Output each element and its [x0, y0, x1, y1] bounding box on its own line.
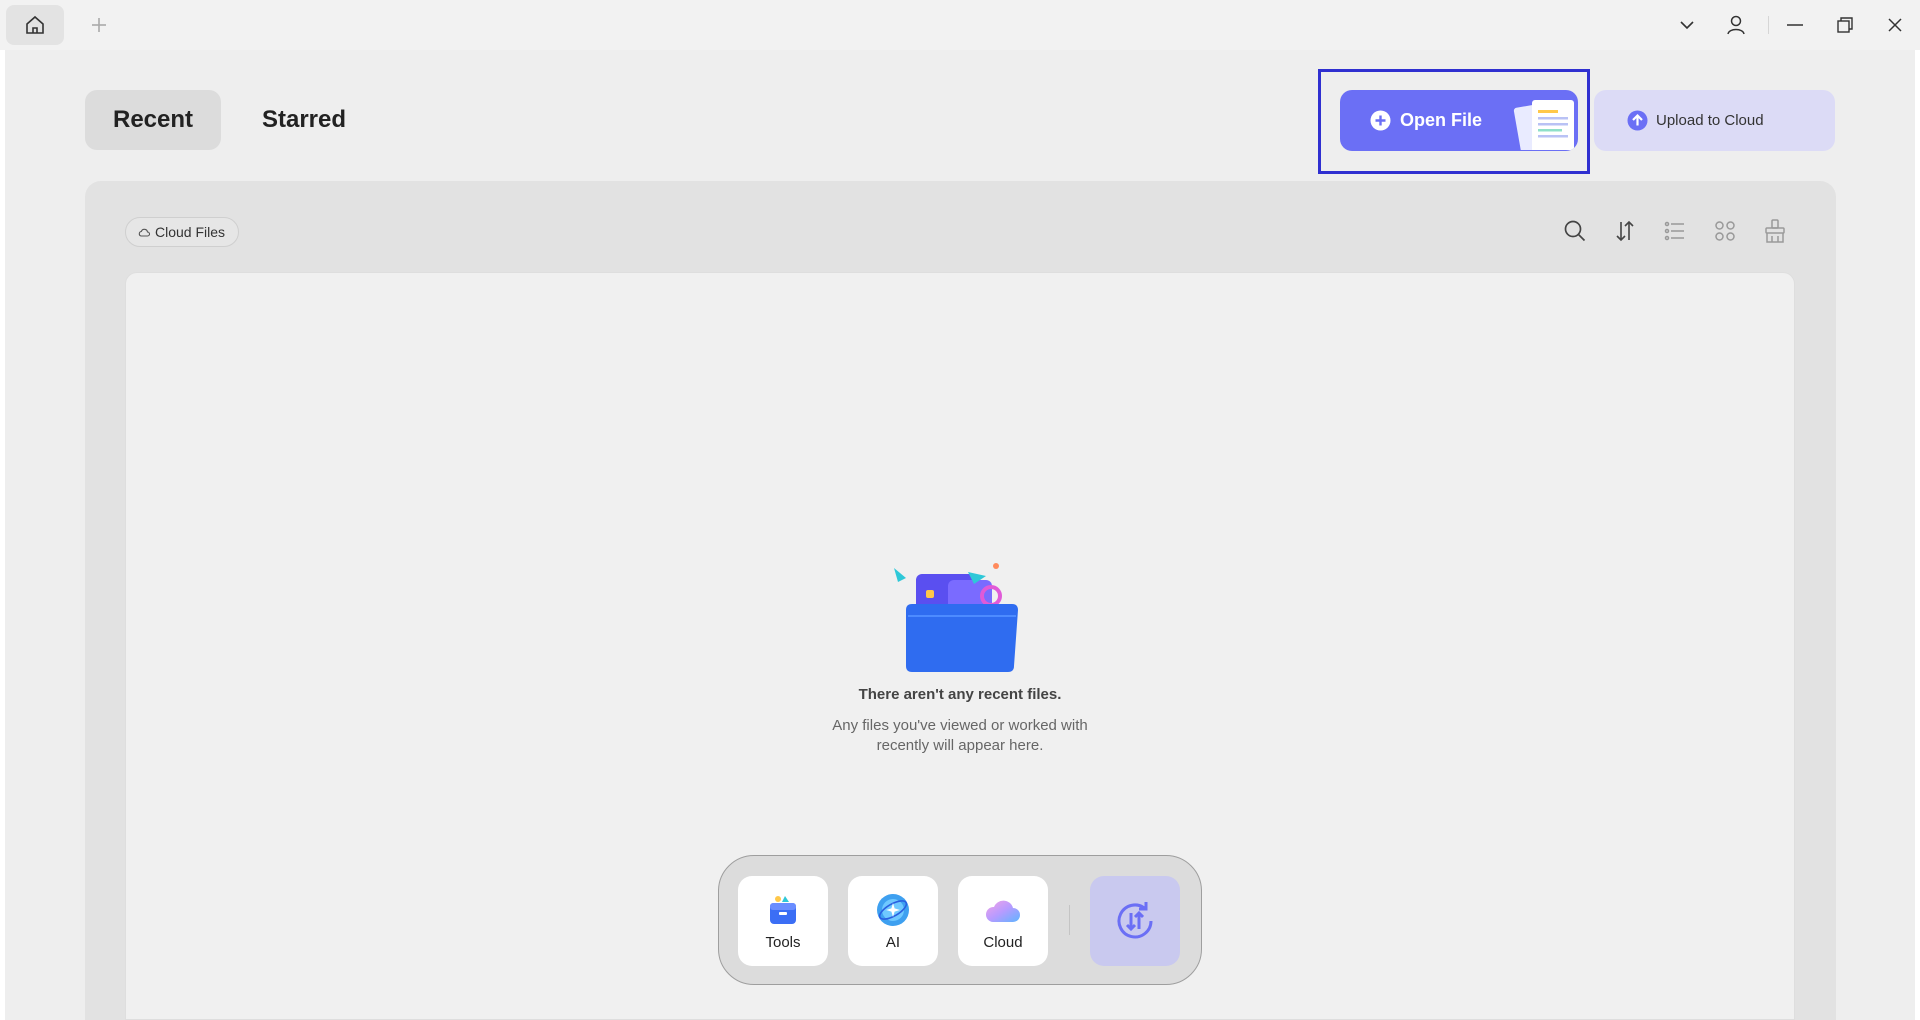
plus-icon [92, 18, 106, 32]
title-bar [0, 0, 1920, 50]
minimize-icon [1787, 24, 1803, 26]
cloud-outline-icon [138, 228, 150, 237]
clean-icon [1765, 219, 1785, 243]
list-view-icon [1664, 221, 1684, 241]
dock-separator [1069, 905, 1070, 935]
dock-tools-button[interactable]: Tools [738, 876, 828, 966]
minimize-button[interactable] [1778, 10, 1812, 40]
dropdown-button[interactable] [1670, 10, 1704, 40]
upload-label: Upload to Cloud [1656, 112, 1764, 129]
search-icon [1564, 220, 1586, 242]
title-separator [1768, 16, 1769, 34]
restore-icon [1837, 17, 1853, 33]
dock-ai-label: AI [885, 934, 901, 951]
toolbox-icon [770, 896, 796, 924]
cloud-icon [985, 900, 1020, 922]
empty-state-line-1: Any files you've viewed or worked with [832, 717, 1088, 734]
user-icon [1727, 15, 1745, 35]
list-view-button[interactable] [1658, 214, 1692, 248]
tab-starred[interactable]: Starred [245, 90, 363, 150]
sort-icon [1616, 220, 1634, 242]
empty-state-description: Any files you've viewed or worked with r… [760, 716, 1160, 756]
search-button[interactable] [1558, 214, 1592, 248]
account-button[interactable] [1719, 10, 1753, 40]
clean-button[interactable] [1758, 214, 1792, 248]
grid-view-icon [1715, 221, 1735, 241]
grid-view-button[interactable] [1708, 214, 1742, 248]
new-tab-button[interactable] [84, 10, 114, 40]
sync-icon [1117, 902, 1153, 939]
sort-button[interactable] [1608, 214, 1642, 248]
dock-tools-label: Tools [765, 934, 801, 951]
dock-sync-button[interactable] [1090, 876, 1180, 966]
empty-state-title: There aren't any recent files. [858, 686, 1062, 703]
chevron-down-icon [1680, 21, 1694, 30]
empty-state-line-2: recently will appear here. [876, 737, 1044, 754]
home-tab[interactable] [6, 5, 64, 45]
close-button[interactable] [1878, 10, 1912, 40]
home-icon [26, 15, 44, 34]
restore-button[interactable] [1828, 10, 1862, 40]
cloud-files-label: Cloud Files [155, 224, 226, 240]
tab-recent[interactable]: Recent [85, 90, 221, 150]
close-icon [1888, 18, 1902, 32]
ai-icon [877, 894, 909, 926]
dock-ai-button[interactable]: AI [848, 876, 938, 966]
empty-folder-icon [894, 563, 1018, 672]
upload-to-cloud-button[interactable]: Upload to Cloud [1594, 90, 1835, 151]
dock-cloud-button[interactable]: Cloud [958, 876, 1048, 966]
open-file-highlight [1318, 69, 1590, 174]
upload-icon [1627, 110, 1648, 131]
dock-cloud-label: Cloud [983, 934, 1023, 951]
cloud-files-chip[interactable]: Cloud Files [125, 217, 239, 247]
